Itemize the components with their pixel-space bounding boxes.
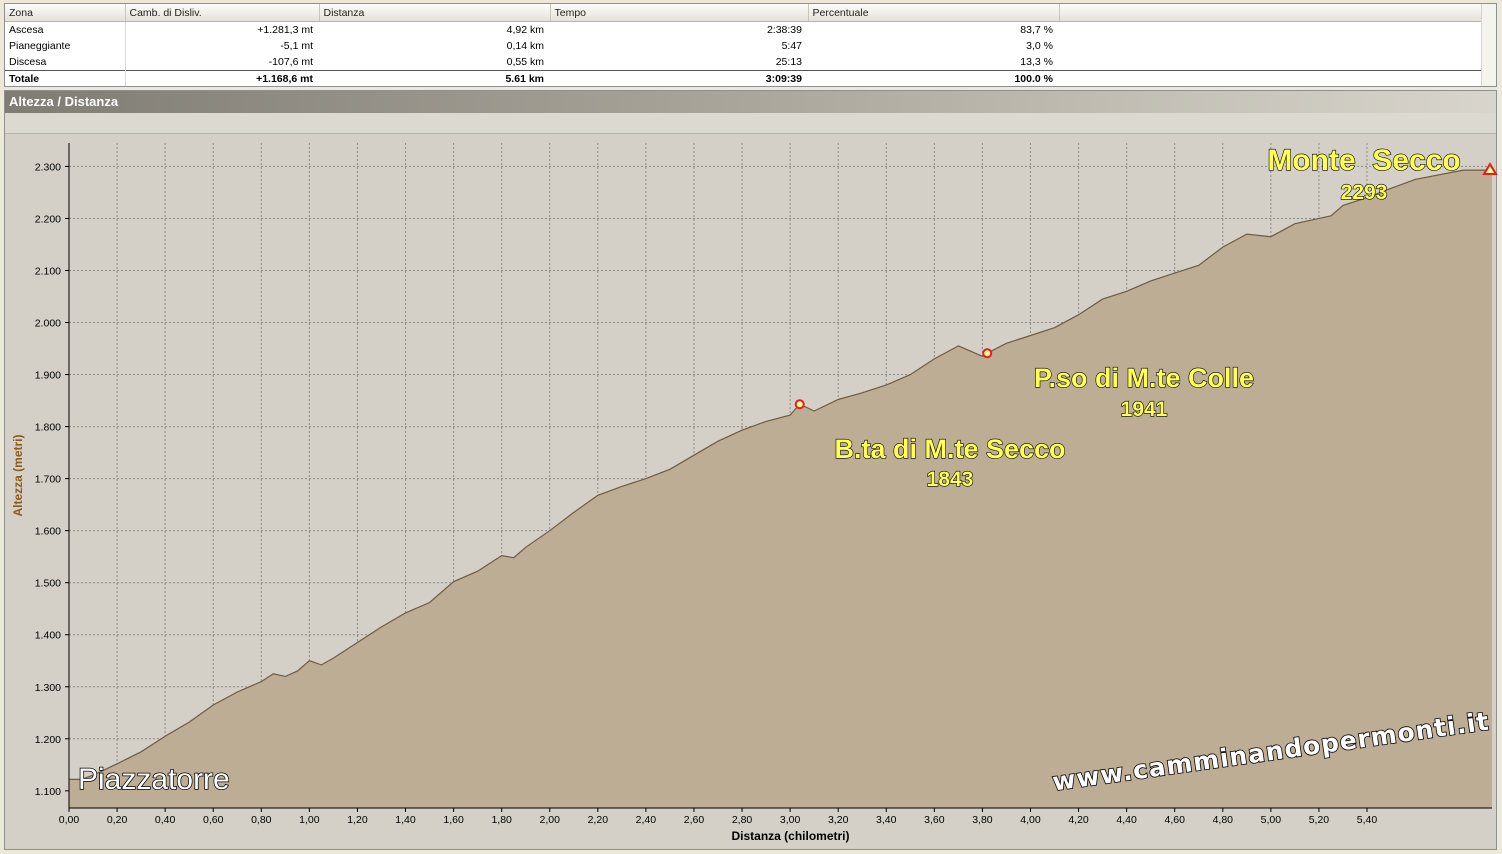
x-tick-label: 5,00	[1261, 814, 1282, 826]
x-tick-label: 4,40	[1116, 814, 1137, 826]
x-tick-label: 4,00	[1020, 814, 1041, 826]
x-tick-label: 3,60	[924, 814, 945, 826]
waypoint-marker	[794, 399, 805, 410]
waypoint-name-label: Monte Secco	[1267, 144, 1460, 177]
waypoint-elevation-label: 2293	[1341, 181, 1388, 204]
x-tick-label: 2,60	[684, 814, 705, 826]
x-tick-label: 2,40	[636, 814, 657, 826]
y-tick-label: 2.100	[35, 265, 61, 277]
x-tick-label: 4,80	[1213, 814, 1234, 826]
y-axis-label: Altezza (metri)	[11, 434, 25, 516]
y-tick-label: 1.800	[35, 422, 61, 434]
x-tick-label: 4,60	[1164, 814, 1185, 826]
x-tick-label: 3,40	[876, 814, 897, 826]
x-tick-label: 1,60	[443, 814, 464, 826]
waypoint-name-label: P.so di M.te Colle	[1034, 363, 1254, 393]
x-tick-label: 0,60	[203, 814, 224, 826]
x-tick-label: 2,80	[732, 814, 753, 826]
y-tick-label: 2.300	[35, 161, 61, 173]
waypoint-marker	[982, 348, 993, 359]
y-tick-label: 2.000	[35, 318, 61, 330]
x-tick-label: 5,40	[1357, 814, 1378, 826]
x-axis-label: Distanza (chilometri)	[731, 829, 849, 843]
y-tick-label: 1.200	[35, 734, 61, 746]
elevation-profile-chart: 0,00 0,20 0,40 0,60 0,80 1,00 1,20 1,40 1,60 1,80…	[11, 143, 1498, 843]
x-tick-label: 2,20	[588, 814, 609, 826]
waypoint-elevation-label: 1843	[927, 468, 974, 491]
y-tick-label: 1.100	[35, 786, 61, 798]
x-tick-label: 1,40	[395, 814, 416, 826]
x-tick-label: 1,20	[347, 814, 368, 826]
x-tick-label: 1,00	[299, 814, 320, 826]
y-tick-label: 1.700	[35, 474, 61, 486]
x-tick-label: 0,00	[59, 814, 80, 826]
y-tick-label: 1.400	[35, 630, 61, 642]
waypoint-elevation-label: 1941	[1121, 398, 1168, 421]
x-tick-label: 4,20	[1068, 814, 1089, 826]
x-tick-label: 5,20	[1309, 814, 1330, 826]
waypoint-name-label: Piazzatorre	[78, 763, 230, 796]
y-tick-label: 1.900	[35, 370, 61, 382]
x-tick-label: 3,20	[828, 814, 849, 826]
y-tick-label: 1.600	[35, 526, 61, 538]
x-tick-label: 3,00	[780, 814, 801, 826]
x-tick-label: 0,80	[251, 814, 272, 826]
x-tick-label: 1,80	[491, 814, 512, 826]
y-tick-label: 2.200	[35, 213, 61, 225]
x-tick-label: 2,00	[540, 814, 561, 826]
waypoint-name-label: B.ta di M.te Secco	[834, 434, 1065, 464]
x-tick-label: 0,40	[155, 814, 176, 826]
y-tick-label: 1.300	[35, 682, 61, 694]
x-tick-label: 0,20	[107, 814, 128, 826]
y-tick-label: 1.500	[35, 578, 61, 590]
x-tick-label: 3,80	[972, 814, 993, 826]
